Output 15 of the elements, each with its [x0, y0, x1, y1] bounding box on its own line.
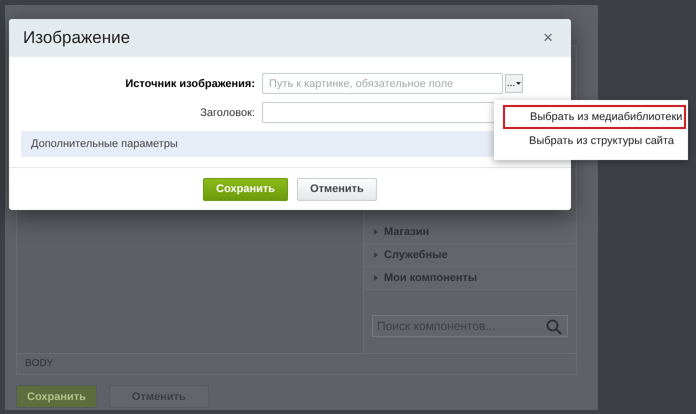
field-label: Источник изображения:	[124, 78, 256, 90]
search-icon	[546, 319, 562, 335]
expand-arrow-icon	[374, 275, 378, 281]
input-field[interactable]: Путь к картинке, обязательное поле	[262, 73, 503, 94]
caret-icon	[516, 82, 522, 85]
cancel-button[interactable]: Отменить	[297, 178, 377, 200]
dialog-title: Изображение	[23, 28, 130, 48]
field-label: Заголовок:	[199, 106, 256, 118]
save-button[interactable]: Сохранить	[203, 178, 288, 200]
menu-item[interactable]: Выбрать из медиабиблиотеки	[503, 105, 686, 129]
close-button[interactable]: ×	[539, 28, 557, 48]
expand-arrow-icon	[374, 229, 378, 235]
save-button[interactable]: Сохранить	[16, 385, 97, 408]
expand-arrow-icon	[374, 252, 378, 258]
browse-button[interactable]: ...	[505, 74, 523, 93]
